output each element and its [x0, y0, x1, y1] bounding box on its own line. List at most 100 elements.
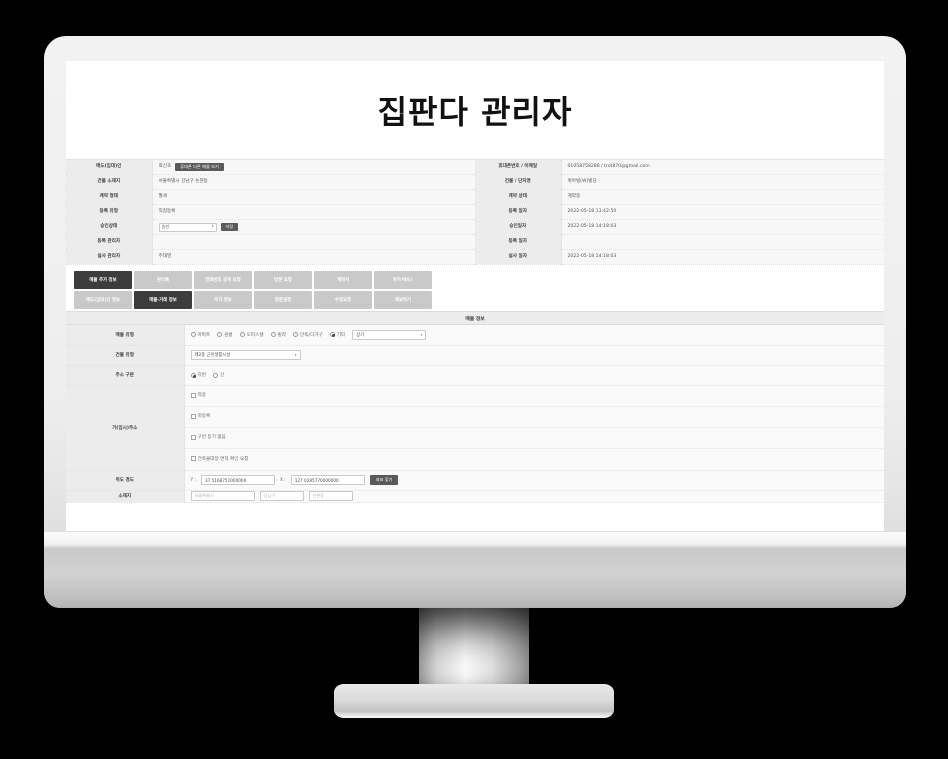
tab-visit-settings[interactable]: 방문설정: [254, 291, 312, 309]
checkbox-option-no-registry[interactable]: 구번 등기 없음: [190, 434, 226, 440]
list-item: 구번 등기 없음: [184, 427, 884, 449]
tab-additional-info[interactable]: 추가 정보: [194, 291, 252, 309]
radio-label: 아파트: [197, 332, 211, 338]
tab-phone-disclosure-request[interactable]: 전화번호 공개 요청: [194, 271, 252, 289]
summary-right-value: 위아빌(W)빌딩: [561, 174, 884, 190]
radio-option-new[interactable]: 신: [212, 372, 224, 378]
tab-navigation: 매물 추가 정보 판다톡 전화번호 공개 요청 방문 요청 계약서 부가서비스 …: [66, 265, 884, 309]
summary-right-value: 2022-05-18 13:42:50: [561, 204, 884, 220]
listing-info-form: 매물 유형 아파트 원룸 오피스텔 빌라 단독/다가구 기타 상가 ▾ 건물 유…: [66, 325, 884, 503]
latitude-input[interactable]: 37.5168751000000: [200, 475, 275, 485]
list-item: 미등록: [184, 406, 884, 428]
radio-icon: [239, 332, 245, 338]
tab-listing-deal-info[interactable]: 매물-거래 정보: [134, 291, 192, 309]
summary-info-table: 매도(임대)인 최신호 휴대폰 다른 매물 보기 휴대폰번호 / 이메일 010…: [66, 159, 884, 265]
tab-report[interactable]: 제보하기: [374, 291, 432, 309]
tab-extra-service[interactable]: 부가서비스: [374, 271, 432, 289]
radio-option-oneroom[interactable]: 원룸: [217, 332, 233, 338]
checkbox-icon: [190, 456, 196, 461]
temp-address-label: 가(임시)주소: [66, 385, 185, 471]
checkbox-option-building-ledger-area-request[interactable]: 건축물대장 면적 확인 요청: [190, 456, 249, 462]
address-division-value: 지번 신: [184, 365, 884, 386]
address-district-input[interactable]: 강남구: [259, 491, 304, 501]
monitor-screen: 집판다 관리자 매도(임대)인 최신호 휴대폰 다른 매물 보기 휴대폰번호 /…: [66, 61, 884, 531]
monitor-scene: 집판다 관리자 매도(임대)인 최신호 휴대폰 다른 매물 보기 휴대폰번호 /…: [0, 0, 948, 759]
monitor-bottom-bezel: [44, 532, 906, 608]
tab-listing-extra-info[interactable]: 매물 추가 정보: [74, 271, 132, 289]
radio-icon-selected: [190, 372, 196, 378]
summary-right-value: 2022-05-18 14:18:03: [561, 219, 884, 235]
monitor-body: 집판다 관리자 매도(임대)인 최신호 휴대폰 다른 매물 보기 휴대폰번호 /…: [44, 36, 906, 608]
location-label: 소재지: [66, 490, 185, 503]
checkbox-icon: [190, 413, 196, 419]
summary-left-value: 서울특별시 강남구 논현동: [152, 174, 475, 190]
longitude-input[interactable]: 127.0285770000000: [290, 475, 365, 485]
table-row: 등록 관리자 등록 일자: [66, 234, 884, 250]
coordinates-value: Y : 37.5168751000000 X : 127.02857700000…: [184, 470, 884, 491]
radio-option-villa[interactable]: 빌라: [270, 332, 286, 338]
tab-edit-request[interactable]: 수정요청: [314, 291, 372, 309]
approval-status-value: 승인: [161, 223, 170, 229]
summary-right-label: 등록 일자: [475, 204, 562, 220]
longitude-tag: X :: [279, 477, 286, 483]
location-value: 서울특별시 강남구 논현동: [184, 490, 884, 503]
tab-contract[interactable]: 계약서: [314, 271, 372, 289]
summary-right-value: 01058758288 / trot870@gmail.com: [561, 159, 884, 175]
find-coordinates-button[interactable]: 좌표 찾기: [369, 475, 399, 485]
summary-left-label: 승인상태: [66, 219, 153, 235]
form-row-coordinates: 위도 경도 Y : 37.5168751000000 X : 127.02857…: [66, 470, 884, 491]
summary-right-label: 계약 상태: [475, 189, 562, 205]
section-title: 매물 정보: [66, 311, 884, 325]
checkbox-option-apply[interactable]: 적용: [190, 392, 206, 398]
summary-right-value: 2022-05-18 14:18:03: [561, 249, 884, 265]
radio-option-jibun[interactable]: 지번: [190, 372, 206, 378]
tab-panda-talk[interactable]: 판다톡: [134, 271, 192, 289]
property-type-value: 아파트 원룸 오피스텔 빌라 단독/다가구 기타 상가 ▾: [184, 325, 884, 346]
tab-row-secondary: 매도(임대)인 정보 매물-거래 정보 추가 정보 방문설정 수정요청 제보하기: [74, 291, 884, 309]
form-row-temp-address: 가(임시)주소 적용 미등록 구번 등기 없음 건축물대장 면적 확인 요청: [66, 385, 884, 471]
monitor-stand-foot: [334, 684, 614, 718]
coordinates-label: 위도 경도: [66, 470, 185, 491]
view-other-listings-button[interactable]: 휴대폰 다른 매물 보기: [175, 162, 224, 172]
building-type-label: 건물 유형: [66, 345, 185, 366]
seller-name: 최신호: [158, 164, 172, 170]
page-title: 집판다 관리자: [377, 93, 573, 131]
summary-left-label: 매도(임대)인: [66, 159, 153, 175]
building-type-value: 제2종 근린생활시설 ▾: [184, 345, 884, 366]
summary-left-value: [152, 234, 475, 250]
table-row: 승인상태 승인 ▾ 저장 승인일자 2022-05-18 14:18:03: [66, 219, 884, 235]
list-item: 건축물대장 면적 확인 요청: [184, 448, 884, 470]
radio-option-apartment[interactable]: 아파트: [190, 332, 211, 338]
temp-address-checkbox-list: 적용 미등록 구번 등기 없음 건축물대장 면적 확인 요청: [184, 385, 884, 470]
summary-left-label: 계약 형태: [66, 189, 153, 205]
radio-option-etc[interactable]: 기타: [329, 332, 346, 338]
summary-right-label: 등록 일자: [475, 234, 562, 250]
address-dong-input[interactable]: 논현동: [308, 491, 353, 501]
table-row: 등록 유형 직접등록 등록 일자 2022-05-18 13:42:50: [66, 204, 884, 220]
save-button[interactable]: 저장: [220, 222, 239, 232]
checkbox-option-unregistered[interactable]: 미등록: [190, 413, 210, 419]
building-type-select[interactable]: 제2종 근린생활시설 ▾: [190, 350, 301, 360]
tab-visit-request[interactable]: 방문 요청: [254, 271, 312, 289]
address-city-input[interactable]: 서울특별시: [190, 491, 255, 501]
property-subtype-select[interactable]: 상가 ▾: [352, 329, 427, 340]
radio-label: 기타: [336, 332, 346, 338]
summary-right-label: 승인일자: [475, 219, 562, 235]
tab-row-primary: 매물 추가 정보 판다톡 전화번호 공개 요청 방문 요청 계약서 부가서비스: [74, 271, 884, 289]
summary-left-label: 건물 소재지: [66, 174, 153, 190]
radio-icon-selected: [329, 332, 335, 338]
tab-seller-info[interactable]: 매도(임대)인 정보: [74, 291, 132, 309]
temp-address-check-row: 적용: [184, 385, 884, 407]
table-row: 실사 관리자 주태영 실사 일자 2022-05-18 14:18:03: [66, 249, 884, 265]
latitude-tag: Y :: [190, 477, 196, 483]
radio-icon: [217, 332, 223, 338]
radio-option-officetel[interactable]: 오피스텔: [239, 332, 264, 338]
form-row-property-type: 매물 유형 아파트 원룸 오피스텔 빌라 단독/다가구 기타 상가 ▾: [66, 325, 884, 346]
admin-page: 집판다 관리자 매도(임대)인 최신호 휴대폰 다른 매물 보기 휴대폰번호 /…: [66, 61, 884, 531]
checkbox-label: 건축물대장 면적 확인 요청: [197, 456, 249, 462]
list-item: 적용: [184, 385, 884, 407]
radio-option-detached-multifamily[interactable]: 단독/다가구: [293, 332, 323, 338]
summary-left-value: 최신호 휴대폰 다른 매물 보기: [152, 159, 475, 175]
approval-status-select[interactable]: 승인 ▾: [158, 222, 217, 232]
property-type-label: 매물 유형: [66, 325, 185, 346]
